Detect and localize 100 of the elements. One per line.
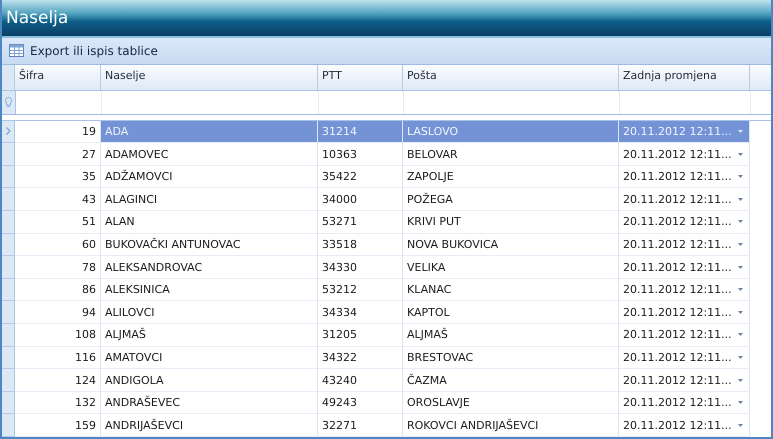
dropdown-arrow-icon[interactable] xyxy=(738,333,743,336)
table-cell: VELIKA xyxy=(403,256,619,279)
table-cell: 31214 xyxy=(318,120,403,144)
dropdown-arrow-icon[interactable] xyxy=(738,356,743,359)
table-cell: 43240 xyxy=(318,369,403,392)
table-cell: ALJMAŠ xyxy=(101,324,318,347)
table-cell: 20.11.2012 12:11... xyxy=(623,350,732,364)
column-header[interactable]: Pošta xyxy=(403,64,619,90)
table-cell: ALJMAŠ xyxy=(403,324,619,347)
table-cell: 34000 xyxy=(318,188,403,212)
table-cell: 20.11.2012 12:11... xyxy=(623,148,732,161)
table-cell: ALILOVCI xyxy=(101,301,318,324)
table-cell: 108 xyxy=(15,324,101,347)
dropdown-arrow-icon[interactable] xyxy=(738,424,743,427)
table-cell: 31205 xyxy=(318,324,403,347)
dropdown-arrow-icon[interactable] xyxy=(738,266,743,269)
table-cell: 116 xyxy=(15,346,101,370)
window-title: Naselja xyxy=(2,0,771,38)
column-header[interactable]: Šifra xyxy=(15,64,101,90)
column-header[interactable]: Zadnja promjena xyxy=(619,64,750,90)
table-cell: AMATOVCI xyxy=(101,346,318,370)
row-header[interactable] xyxy=(2,346,15,370)
table-cell: 60 xyxy=(15,234,101,256)
dropdown-arrow-icon[interactable] xyxy=(738,220,743,224)
table-cell: 35 xyxy=(15,166,101,188)
table-cell: BUKOVAČKI ANTUNOVAC xyxy=(101,234,318,256)
table-cell: 78 xyxy=(15,256,101,279)
row-header[interactable] xyxy=(2,166,15,188)
table-cell: 20.11.2012 12:11... xyxy=(623,192,732,206)
table-cell: 20.11.2012 12:11... xyxy=(623,396,732,410)
row-header[interactable] xyxy=(2,120,15,144)
table-cell: 20.11.2012 12:11... xyxy=(623,306,732,319)
row-header[interactable] xyxy=(2,392,15,414)
row-header[interactable] xyxy=(2,211,15,234)
table-cell: BELOVAR xyxy=(403,143,619,166)
table-icon xyxy=(9,44,24,58)
table-cell: 20.11.2012 12:11... xyxy=(623,374,732,387)
table-cell: 34322 xyxy=(318,346,403,370)
table-cell: 20.11.2012 12:11... xyxy=(623,328,732,342)
table-cell: ANDIGOLA xyxy=(101,369,318,392)
dropdown-arrow-icon[interactable] xyxy=(738,401,743,404)
row-header[interactable] xyxy=(2,324,15,347)
table-cell: NOVA BUKOVICA xyxy=(403,234,619,256)
current-row-icon xyxy=(6,127,10,136)
row-header[interactable] xyxy=(2,414,15,437)
table-cell: 49243 xyxy=(318,392,403,414)
filter-bulb-icon xyxy=(5,97,12,108)
table-cell: 94 xyxy=(15,301,101,324)
export-button[interactable]: Export ili ispis tablice xyxy=(6,42,161,60)
table-cell: 10363 xyxy=(318,143,403,166)
row-header[interactable] xyxy=(2,143,15,166)
table-cell: 20.11.2012 12:11... xyxy=(623,283,732,296)
table-cell: KAPTOL xyxy=(403,301,619,324)
table-cell: POŽEGA xyxy=(403,188,619,212)
table-cell: 35422 xyxy=(318,166,403,188)
table-cell: 20.11.2012 12:11... xyxy=(623,124,732,138)
table-cell: KLANAC xyxy=(403,278,619,302)
dropdown-arrow-icon[interactable] xyxy=(738,288,743,292)
table-cell: 124 xyxy=(15,369,101,392)
dropdown-arrow-icon[interactable] xyxy=(738,175,743,178)
table-cell: 53271 xyxy=(318,211,403,234)
row-header[interactable] xyxy=(2,369,15,392)
table-cell: 20.11.2012 12:11... xyxy=(623,170,732,184)
table-cell: ALEKSINICA xyxy=(101,278,318,302)
table-cell: 43 xyxy=(15,188,101,212)
table-cell: ZAPOLJE xyxy=(403,166,619,188)
row-header[interactable] xyxy=(2,234,15,256)
table-cell: 20.11.2012 12:11... xyxy=(623,260,732,274)
table-cell: 86 xyxy=(15,278,101,302)
table-cell: 20.11.2012 12:11... xyxy=(623,418,732,432)
column-header[interactable]: Naselje xyxy=(101,64,318,90)
table-cell: ALAGINCI xyxy=(101,188,318,212)
table-cell: 51 xyxy=(15,211,101,234)
table-cell: BRESTOVAC xyxy=(403,346,619,370)
row-header[interactable] xyxy=(2,301,15,324)
table-cell: ANDRIJAŠEVCI xyxy=(101,414,318,437)
table-cell: 27 xyxy=(15,143,101,166)
row-header[interactable] xyxy=(2,256,15,279)
table-cell: OROSLAVJE xyxy=(403,392,619,414)
table-cell: 34330 xyxy=(318,256,403,279)
row-header[interactable] xyxy=(2,188,15,212)
table-cell: 53212 xyxy=(318,278,403,302)
table-cell: 33518 xyxy=(318,234,403,256)
column-header[interactable]: PTT xyxy=(318,64,403,90)
row-header[interactable] xyxy=(2,278,15,302)
table-cell: ROKOVCI ANDRIJAŠEVCI xyxy=(403,414,619,437)
dropdown-arrow-icon[interactable] xyxy=(738,130,743,133)
dropdown-arrow-icon[interactable] xyxy=(738,242,743,246)
dropdown-arrow-icon[interactable] xyxy=(738,378,743,382)
table-cell: KRIVI PUT xyxy=(403,211,619,234)
dropdown-arrow-icon[interactable] xyxy=(738,310,743,314)
table-cell: 159 xyxy=(15,414,101,437)
dropdown-arrow-icon[interactable] xyxy=(738,198,743,201)
table-cell: ADA xyxy=(101,120,318,144)
table-cell: ADAMOVEC xyxy=(101,143,318,166)
table-cell: LASLOVO xyxy=(403,120,619,144)
table-cell: 32271 xyxy=(318,414,403,437)
table-cell: ANDRAŠEVEC xyxy=(101,392,318,414)
dropdown-arrow-icon[interactable] xyxy=(738,152,743,156)
table-cell: ADŽAMOVCI xyxy=(101,166,318,188)
